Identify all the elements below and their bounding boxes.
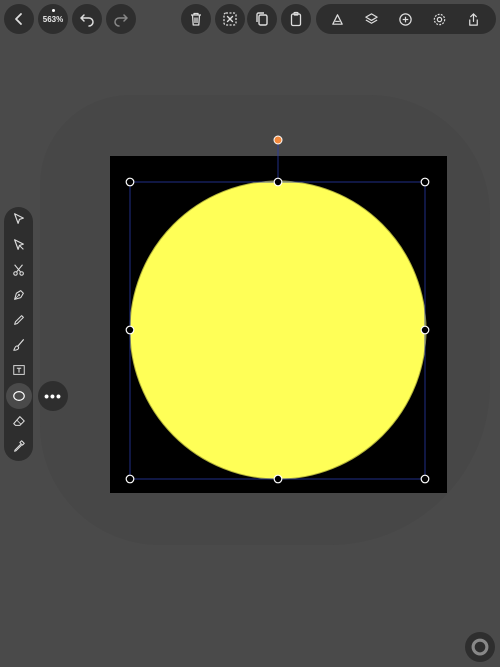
tool-shape[interactable] [5,383,32,409]
direct-select-icon [14,239,24,250]
tool-brush[interactable] [6,334,32,356]
tool-eraser[interactable] [6,410,32,432]
resize-handle-left[interactable] [125,325,135,335]
pencil-icon [14,315,24,325]
arrow-cursor-icon [14,213,24,224]
resize-handle-bottom[interactable] [273,474,283,484]
text-box-icon [13,365,25,375]
yellow-ellipse-shape[interactable] [129,180,427,480]
eyedropper-icon [14,440,25,452]
tool-text[interactable] [6,359,32,381]
tool-select[interactable] [6,208,32,230]
tool-palette [4,207,33,461]
ellipse-icon [12,391,25,401]
ring-icon [471,638,489,656]
quick-action-button[interactable] [465,632,495,662]
resize-handle-top[interactable] [273,177,283,187]
tool-scissors[interactable] [6,259,32,281]
pen-nib-icon [14,290,24,300]
drawing-canvas[interactable] [0,0,500,667]
resize-handle-right[interactable] [420,325,430,335]
resize-handle-bottom-left[interactable] [125,474,135,484]
scissors-icon [13,264,24,276]
resize-handle-top-left[interactable] [125,177,135,187]
rotate-handle[interactable] [273,135,283,145]
more-dots: ••• [44,388,62,404]
more-options-button[interactable]: ••• [38,381,68,411]
eraser-icon [13,416,25,426]
tool-pen[interactable] [6,284,32,306]
resize-handle-bottom-right[interactable] [420,474,430,484]
brush-icon [13,339,24,351]
resize-handle-top-right[interactable] [420,177,430,187]
tool-pencil[interactable] [6,309,32,331]
tool-eyedropper[interactable] [6,435,32,457]
tool-direct-select[interactable] [6,234,32,256]
